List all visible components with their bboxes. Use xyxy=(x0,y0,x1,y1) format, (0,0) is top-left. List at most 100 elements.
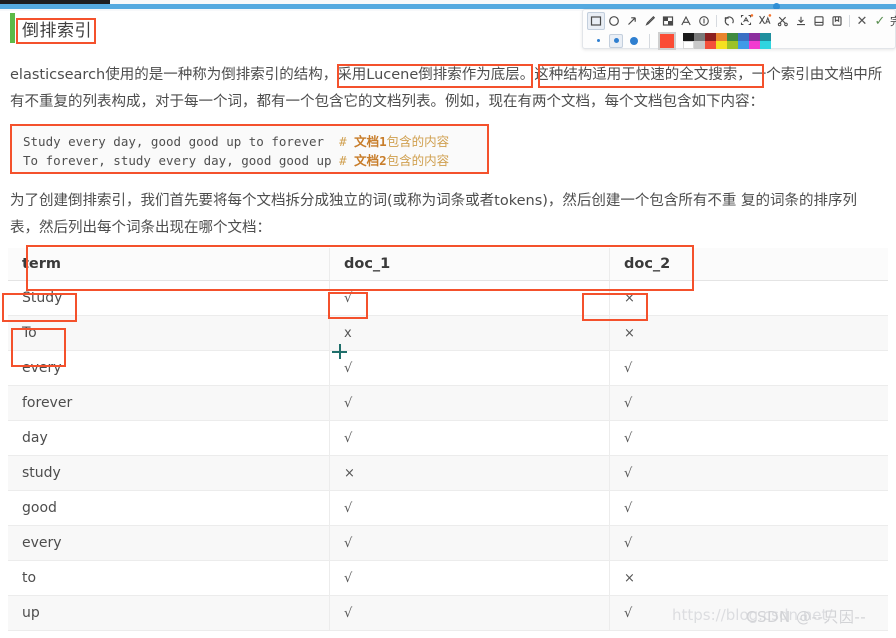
mosaic-tool[interactable] xyxy=(659,12,677,30)
article-heading: 倒排索引 xyxy=(0,12,300,48)
color-swatch[interactable] xyxy=(727,32,738,41)
size-medium[interactable] xyxy=(609,33,623,48)
copy-tool[interactable] xyxy=(810,12,828,30)
para1-segment-2: 采用Lucene倒排索作为底层。 xyxy=(337,67,535,83)
size-large[interactable] xyxy=(627,34,641,48)
done-label[interactable]: 完成 xyxy=(889,13,896,29)
code-line-1-text: Study every day, good good up to forever xyxy=(23,134,340,149)
rectangle-tool[interactable] xyxy=(587,11,605,30)
paragraph-intro: elasticsearch使用的是一种称为倒排索引的结构，采用Lucene倒排索… xyxy=(10,62,886,116)
color-swatch[interactable] xyxy=(760,40,771,49)
color-swatch[interactable] xyxy=(738,32,749,41)
cell-doc_2: × xyxy=(624,290,635,306)
code-block: Study every day, good good up to forever… xyxy=(10,125,488,173)
code-line-2-text: To forever, study every day, good good u… xyxy=(23,153,340,168)
cell-term: every xyxy=(8,351,330,385)
color-swatch[interactable] xyxy=(749,40,760,49)
ocr-tool[interactable] xyxy=(738,12,756,30)
cell-doc_1: √ xyxy=(330,421,610,455)
screenshot-toolbar[interactable]: ✕✓完成 xyxy=(582,9,896,50)
text-tool[interactable] xyxy=(677,12,695,30)
code-line-2-comment: 包含的内容 xyxy=(386,153,450,168)
code-line-1-hash: # xyxy=(339,134,355,149)
cancel-button[interactable]: ✕ xyxy=(853,12,871,30)
toolbar-separator xyxy=(849,14,850,27)
color-swatch[interactable] xyxy=(760,32,771,41)
pin-tool[interactable] xyxy=(774,12,792,30)
cell-term: to xyxy=(8,561,330,595)
table-header-row: term doc_1 doc_2 xyxy=(8,248,888,281)
color-swatch[interactable] xyxy=(705,32,716,41)
code-line-2-docnum: 文档2 xyxy=(354,153,387,168)
cell-doc_1: √ xyxy=(330,386,610,420)
cell-doc_2: √ xyxy=(624,535,633,551)
code-line-1-docnum: 文档1 xyxy=(354,134,387,149)
toolbar-tool-row: ✕✓完成 xyxy=(587,11,896,30)
cell-term: every xyxy=(8,526,330,560)
cell-doc_1: √ xyxy=(330,281,610,315)
arrow-tool[interactable] xyxy=(623,12,641,30)
ellipse-tool[interactable] xyxy=(605,12,623,30)
cell-doc_1: × xyxy=(330,456,610,490)
inverted-index-table: term doc_1 doc_2 Study √ × To x × every √ √ forever √… xyxy=(8,248,888,631)
style-separator xyxy=(649,33,650,48)
cell-doc_2: × xyxy=(624,570,635,586)
table-row: every √ √ xyxy=(8,351,888,386)
cell-term: To xyxy=(8,316,330,350)
cell-doc_2: √ xyxy=(624,500,633,516)
column-header-doc_2: doc_2 xyxy=(624,256,671,272)
column-header-term: term xyxy=(8,248,330,280)
size-small[interactable] xyxy=(591,34,605,48)
toolbar-style-row xyxy=(591,31,771,50)
table-row: Study √ × xyxy=(8,281,888,316)
cell-doc_2: √ xyxy=(624,395,633,411)
table-row: day √ √ xyxy=(8,421,888,456)
color-swatch[interactable] xyxy=(694,32,705,41)
color-swatch[interactable] xyxy=(694,40,705,49)
undo-tool[interactable] xyxy=(720,12,738,30)
table-row: good √ √ xyxy=(8,491,888,526)
color-swatch[interactable] xyxy=(683,40,694,49)
table-row: forever √ √ xyxy=(8,386,888,421)
crosshair-cursor xyxy=(332,344,347,359)
marker-tool[interactable] xyxy=(695,12,713,30)
pen-tool[interactable] xyxy=(641,12,659,30)
toolbar-separator xyxy=(716,14,717,27)
translate-tool[interactable] xyxy=(756,12,774,30)
watermark-author: CSDN @--只因-- xyxy=(746,608,867,626)
code-line-1: Study every day, good good up to forever… xyxy=(23,132,477,151)
table-row: To x × xyxy=(8,316,888,351)
cell-term: Study xyxy=(8,281,330,315)
current-color-swatch[interactable] xyxy=(658,31,676,50)
cell-doc_1: √ xyxy=(330,596,610,630)
download-tool[interactable] xyxy=(792,12,810,30)
cell-term: up xyxy=(8,596,330,630)
cell-doc_2: √ xyxy=(624,430,633,446)
save-tool[interactable] xyxy=(828,12,846,30)
code-line-2: To forever, study every day, good good u… xyxy=(23,151,477,170)
para1-segment-1: elasticsearch使用的是一种称为倒排索引的结构， xyxy=(10,67,338,83)
heading-accent-bar xyxy=(10,13,15,43)
cell-term: forever xyxy=(8,386,330,420)
cell-doc_2: √ xyxy=(624,360,633,376)
cell-term: day xyxy=(8,421,330,455)
paragraph-tokenization: 为了创建倒排索引，我们首先要将每个文档拆分成独立的词(或称为词条或者tokens… xyxy=(10,193,858,236)
para1-segment-3: 这种结构适用于快速的全文搜索 xyxy=(534,67,738,83)
cell-doc_1: √ xyxy=(330,526,610,560)
color-swatch[interactable] xyxy=(749,32,760,41)
column-header-doc_1: doc_1 xyxy=(330,248,610,280)
table-row: study × √ xyxy=(8,456,888,491)
table-row: every √ √ xyxy=(8,526,888,561)
color-palette[interactable] xyxy=(683,32,771,49)
confirm-button[interactable]: ✓ xyxy=(871,12,889,30)
color-swatch[interactable] xyxy=(683,32,694,41)
color-swatch[interactable] xyxy=(727,40,738,49)
color-swatch[interactable] xyxy=(738,40,749,49)
code-line-1-comment: 包含的内容 xyxy=(386,134,450,149)
table-row: to √ × xyxy=(8,561,888,596)
color-swatch[interactable] xyxy=(705,40,716,49)
code-line-2-hash: # xyxy=(339,153,355,168)
color-swatch[interactable] xyxy=(716,40,727,49)
cell-doc_2: × xyxy=(624,325,635,341)
color-swatch[interactable] xyxy=(716,32,727,41)
